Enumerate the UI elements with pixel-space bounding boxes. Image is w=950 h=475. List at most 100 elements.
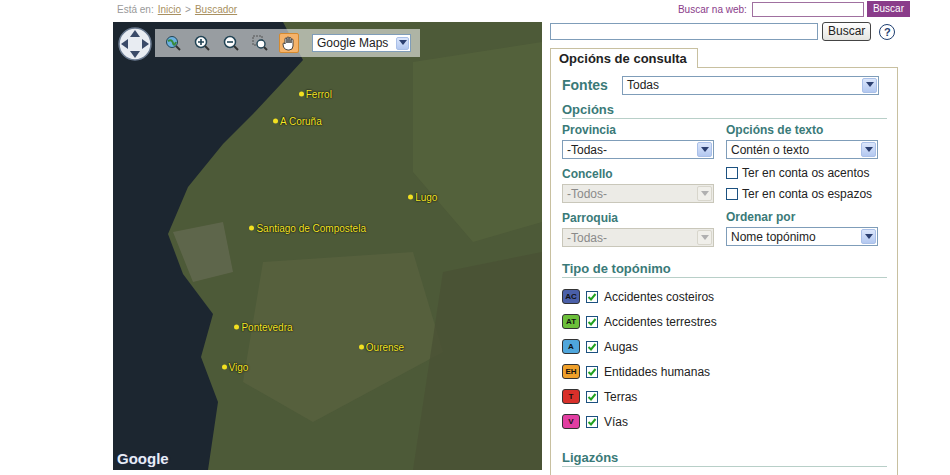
city-dot: [222, 364, 227, 369]
breadcrumb-link[interactable]: Inicio: [158, 4, 181, 15]
city-label: Santiago de Compostela: [256, 223, 366, 234]
types-heading: Tipo de topónimo: [562, 261, 887, 278]
text-options-select[interactable]: Contén o texto: [726, 140, 878, 159]
web-search-label: Buscar na web:: [678, 4, 747, 15]
options-grid: Provincia -Todas- Concello -Todos- Parro…: [562, 123, 887, 255]
select-value: Todas: [627, 78, 659, 92]
zoom-in-icon: [194, 35, 210, 51]
search-row: Buscar ?: [548, 22, 898, 41]
city-marker[interactable]: Ferrol: [299, 88, 332, 99]
type-row[interactable]: EH Entidades humanas: [562, 363, 887, 380]
city-label: Pontevedra: [241, 321, 292, 332]
help-button[interactable]: ?: [879, 24, 895, 40]
breadcrumb: Está en: Inicio> Buscador: [117, 4, 237, 15]
top-bar: Está en: Inicio> Buscador Buscar na web:…: [0, 0, 950, 18]
city-marker[interactable]: Santiago de Compostela: [249, 223, 366, 234]
type-label: Augas: [604, 340, 638, 354]
type-label: Accidentes costeiros: [604, 290, 714, 304]
checkbox[interactable]: [586, 366, 598, 378]
map-tool[interactable]: [192, 33, 212, 53]
checkbox-row[interactable]: Ter en conta os acentos: [726, 166, 890, 180]
tabs: Opcións de consulta: [548, 47, 898, 67]
zoom-box-icon: [252, 35, 268, 51]
field-label: Opcións de texto: [726, 123, 890, 137]
search-button[interactable]: Buscar: [822, 22, 871, 41]
city-marker[interactable]: Ourense: [359, 341, 404, 352]
checkbox[interactable]: [586, 341, 598, 353]
tab[interactable]: Opcións de consulta: [550, 48, 698, 68]
city-label: Ferrol: [306, 88, 332, 99]
zoom-world-icon: [165, 35, 181, 51]
city-marker[interactable]: Vigo: [222, 361, 249, 372]
map-type-value: Google Maps: [317, 36, 388, 50]
checkbox[interactable]: [586, 316, 598, 328]
city-label: Lugo: [415, 191, 437, 202]
type-row[interactable]: A Augas: [562, 338, 887, 355]
select-value: -Todos-: [567, 187, 607, 201]
checkbox[interactable]: [586, 291, 598, 303]
web-search: Buscar na web: Buscar: [678, 1, 910, 17]
checkbox-row[interactable]: Ter en conta os espazos: [726, 187, 890, 201]
field-label: Concello: [562, 167, 726, 181]
breadcrumb-separator: >: [185, 4, 191, 15]
pan-control[interactable]: [117, 26, 153, 66]
dropdown-arrow-icon: [697, 186, 712, 201]
checkbox[interactable]: [726, 188, 738, 200]
checkbox[interactable]: [726, 167, 738, 179]
page: Está en: Inicio> Buscador Buscar na web:…: [0, 0, 950, 475]
check-icon: [587, 317, 597, 327]
web-search-input[interactable]: [752, 2, 864, 17]
field-select: -Todos-: [562, 184, 714, 203]
checkbox[interactable]: [586, 391, 598, 403]
city-marker[interactable]: Pontevedra: [234, 321, 292, 332]
checkbox[interactable]: [586, 416, 598, 428]
options-right: Opcións de texto Contén o texto Ter en c…: [726, 123, 890, 255]
field: Parroquia -Todas-: [562, 211, 726, 247]
sources-row: Fontes Todas: [562, 74, 887, 96]
web-search-button[interactable]: Buscar: [867, 1, 910, 17]
type-badge: T: [562, 389, 580, 404]
checkbox-label: Ter en conta os acentos: [742, 166, 869, 180]
type-badge: A: [562, 339, 580, 354]
google-logo: Google: [117, 450, 169, 467]
check-icon: [587, 292, 597, 302]
check-icon: [587, 417, 597, 427]
sources-label: Fontes: [562, 77, 606, 93]
type-row[interactable]: T Terras: [562, 388, 887, 405]
order-select[interactable]: Nome topónimo: [726, 227, 878, 246]
select-value: -Todas-: [567, 231, 607, 245]
map-tool[interactable]: [163, 33, 183, 53]
dropdown-arrow-icon: [697, 142, 712, 157]
type-row[interactable]: AT Accidentes terrestres: [562, 313, 887, 330]
type-label: Terras: [604, 390, 637, 404]
sources-select[interactable]: Todas: [622, 76, 879, 95]
field-label: Provincia: [562, 123, 726, 137]
search-input[interactable]: [550, 23, 818, 40]
map[interactable]: Google Maps Ferrol A Coruña Lugo Santiag…: [113, 22, 542, 470]
field: Provincia -Todas-: [562, 123, 726, 159]
check-icon: [587, 367, 597, 377]
city-marker[interactable]: Lugo: [408, 191, 437, 202]
query-options: Fontes Todas Opcións Provincia -Todas- C…: [550, 67, 898, 475]
type-row[interactable]: V Vías: [562, 413, 887, 430]
city-label: A Coruña: [280, 115, 322, 126]
field: Ordenar por Nome topónimo: [726, 210, 890, 246]
map-tool[interactable]: [221, 33, 241, 53]
dropdown-arrow-icon: [861, 142, 876, 157]
city-marker[interactable]: A Coruña: [273, 115, 322, 126]
main: Google Maps Ferrol A Coruña Lugo Santiag…: [0, 18, 950, 475]
type-badge: V: [562, 414, 580, 429]
type-row[interactable]: AC Accidentes costeiros: [562, 288, 887, 305]
select-value: -Todas-: [567, 143, 607, 157]
city-label: Vigo: [229, 361, 249, 372]
map-tool[interactable]: [250, 33, 270, 53]
map-type-select[interactable]: Google Maps: [312, 34, 411, 52]
map-tool[interactable]: [279, 33, 299, 53]
type-label: Vías: [604, 415, 628, 429]
field-select[interactable]: -Todas-: [562, 140, 714, 159]
type-label: Entidades humanas: [604, 365, 710, 379]
options-heading: Opcións: [562, 102, 887, 119]
breadcrumb-link[interactable]: Buscador: [195, 4, 237, 15]
types-list: AC Accidentes costeiros AT Accidentes ter…: [562, 288, 887, 430]
hand-icon: [281, 35, 297, 51]
